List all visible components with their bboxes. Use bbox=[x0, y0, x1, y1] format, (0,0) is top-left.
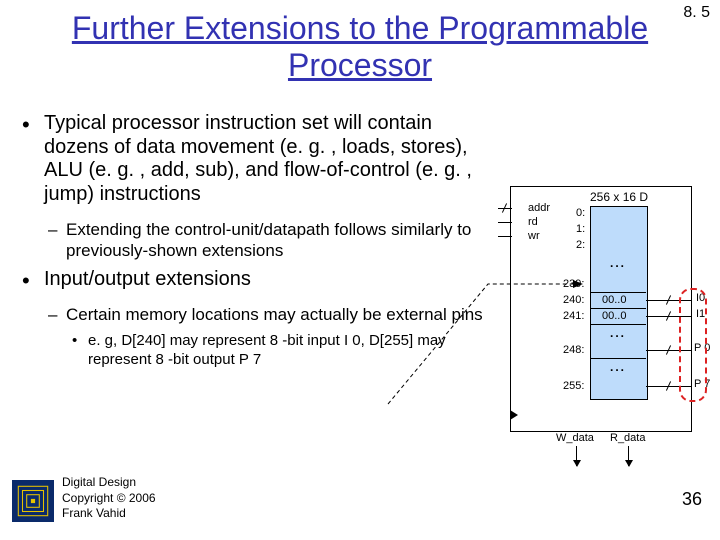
val-241: 00..0 bbox=[602, 310, 626, 322]
rdata-label: R_data bbox=[610, 432, 645, 444]
wr-label: wr bbox=[528, 230, 540, 242]
io-highlight bbox=[679, 288, 707, 402]
divider-241 bbox=[590, 324, 646, 325]
bullet-1a: Extending the control-unit/datapath foll… bbox=[22, 220, 492, 261]
slide: 8. 5 Further Extensions to the Programma… bbox=[0, 0, 720, 540]
slide-title: Further Extensions to the Programmable P… bbox=[0, 10, 720, 84]
wdata-arrow-icon bbox=[576, 446, 577, 466]
wr-bus bbox=[498, 236, 512, 237]
ellipsis-3: ... bbox=[610, 360, 626, 374]
memory-title: 256 x 16 D bbox=[590, 190, 648, 204]
addr-label: addr bbox=[528, 202, 550, 214]
arrow-dashed bbox=[388, 284, 588, 414]
clock-icon bbox=[510, 410, 518, 420]
row-1: 1: bbox=[576, 223, 585, 235]
footer-line-2: Copyright © 2006 bbox=[62, 491, 156, 507]
row-2: 2: bbox=[576, 239, 585, 251]
page-number: 36 bbox=[682, 489, 702, 510]
addr-bus bbox=[498, 208, 512, 209]
wdata-label: W_data bbox=[556, 432, 594, 444]
divider-248 bbox=[590, 358, 646, 359]
divider-240 bbox=[590, 308, 646, 309]
divider-239 bbox=[590, 292, 646, 293]
footer-text: Digital Design Copyright © 2006 Frank Va… bbox=[62, 475, 156, 522]
row-0: 0: bbox=[576, 207, 585, 219]
footer-line-1: Digital Design bbox=[62, 475, 156, 491]
rdata-arrow-icon bbox=[628, 446, 629, 466]
val-240: 00..0 bbox=[602, 294, 626, 306]
rd-label: rd bbox=[528, 216, 538, 228]
bullet-1: Typical processor instruction set will c… bbox=[22, 112, 492, 206]
ellipsis-2: ... bbox=[610, 326, 626, 340]
footer-line-3: Frank Vahid bbox=[62, 506, 156, 522]
ellipsis-1: ... bbox=[610, 256, 626, 270]
logo-icon bbox=[12, 480, 54, 522]
rd-bus bbox=[498, 222, 512, 223]
